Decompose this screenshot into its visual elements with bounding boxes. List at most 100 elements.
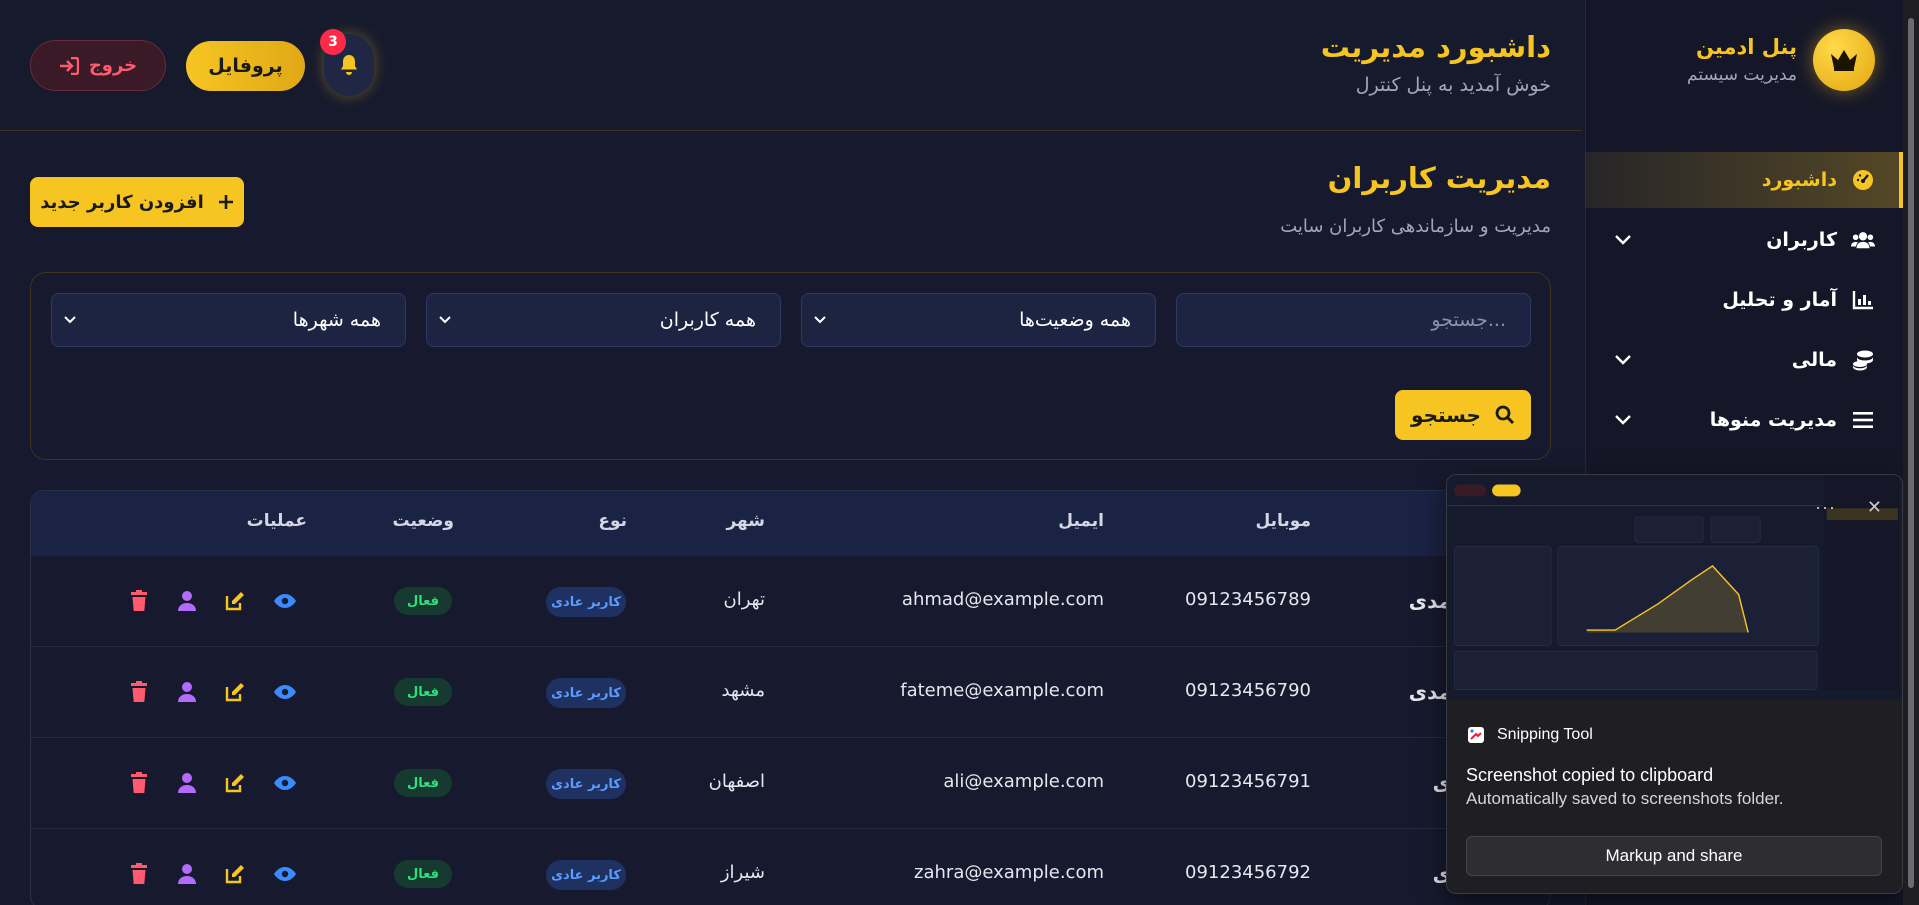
col-status: وضعیت <box>392 511 454 531</box>
scrollbar-thumb[interactable] <box>1908 18 1914 888</box>
delete-button[interactable] <box>126 770 152 796</box>
sidebar-item-finance[interactable]: مالی <box>1585 332 1903 388</box>
user-mobile: 09123456791 <box>1185 771 1311 792</box>
sidebar-menu: داشبورد کاربران آمار و تحلیل مالی مدیریت… <box>1585 152 1903 452</box>
status-badge: فعال <box>394 769 452 797</box>
table-header: موبایل ایمیل شهر نوع وضعیت عملیات <box>31 491 1550 556</box>
thumb-card <box>1710 516 1761 543</box>
brand-text: پنل ادمین مدیریت سیستم <box>1687 35 1797 85</box>
edit-button[interactable] <box>222 770 248 796</box>
profile-view-button[interactable] <box>174 679 200 705</box>
snip-header: Snipping Tool <box>1447 700 1902 770</box>
city-select-value: همه شهرها <box>292 309 381 331</box>
markup-and-share-button[interactable]: Markup and share <box>1466 836 1882 876</box>
user-mobile: 09123456792 <box>1185 862 1311 883</box>
status-select[interactable]: همه وضعیت‌ها <box>801 293 1156 347</box>
view-button[interactable] <box>272 861 298 887</box>
search-placeholder: جستجو... <box>1431 309 1506 331</box>
city-select[interactable]: همه شهرها <box>51 293 406 347</box>
sidebar-item-label: مالی <box>1791 349 1837 371</box>
edit-button[interactable] <box>222 679 248 705</box>
sidebar-item-analytics[interactable]: آمار و تحلیل <box>1585 272 1903 328</box>
close-icon[interactable]: ✕ <box>1867 497 1882 518</box>
add-user-button[interactable]: افزودن کاربر جدید <box>30 177 244 227</box>
chart-icon <box>1851 288 1875 312</box>
status-select-value: همه وضعیت‌ها <box>1019 309 1131 331</box>
sidebar-item-users[interactable]: کاربران <box>1585 212 1903 268</box>
trash-icon <box>131 590 147 611</box>
thumb-card <box>1634 516 1704 543</box>
chevron-down-icon <box>1611 228 1635 252</box>
view-button[interactable] <box>272 588 298 614</box>
snipping-tool-toast: Snipping Tool ··· ✕ Screenshot copied to… <box>1446 474 1903 894</box>
delete-button[interactable] <box>126 679 152 705</box>
eye-icon <box>274 685 296 699</box>
snip-app-name: Snipping Tool <box>1497 726 1593 743</box>
user-city: تهران <box>723 589 765 610</box>
thumb-chart <box>1557 546 1819 646</box>
chevron-down-icon <box>1611 348 1635 372</box>
trash-icon <box>131 863 147 884</box>
user-name: مدی <box>1408 680 1451 704</box>
user-email: ali@example.com <box>943 771 1104 792</box>
sidebar-item-menus[interactable]: مدیریت منوها <box>1585 392 1903 448</box>
user-city: مشهد <box>721 680 765 701</box>
menu-bars-icon <box>1851 408 1875 432</box>
view-button[interactable] <box>272 679 298 705</box>
sidebar-item-label: آمار و تحلیل <box>1722 289 1837 311</box>
profile-view-button[interactable] <box>174 588 200 614</box>
sidebar-item-label: مدیریت منوها <box>1709 409 1837 431</box>
section-title: مدیریت کاربران <box>1327 161 1551 195</box>
user-icon <box>178 864 196 884</box>
page-title: داشبورد مدیریت <box>1320 30 1551 64</box>
user-city: اصفهان <box>708 771 765 792</box>
window-scrollbar[interactable] <box>1903 0 1919 905</box>
user-type-select[interactable]: همه کاربران <box>426 293 781 347</box>
view-button[interactable] <box>272 770 298 796</box>
search-icon <box>1495 405 1514 425</box>
edit-button[interactable] <box>222 861 248 887</box>
snip-detail: Automatically saved to screenshots folde… <box>1466 789 1784 808</box>
status-badge: فعال <box>394 587 452 615</box>
crown-icon <box>1813 29 1875 91</box>
sidebar-item-dashboard[interactable]: داشبورد <box>1585 152 1903 208</box>
user-email: zahra@example.com <box>914 862 1104 883</box>
thumb-profile <box>1492 484 1521 497</box>
user-type-select-value: همه کاربران <box>659 309 756 331</box>
user-mobile: 09123456790 <box>1185 680 1311 701</box>
thumb-line <box>1586 565 1749 633</box>
edit-icon <box>225 683 244 702</box>
user-icon <box>178 591 196 611</box>
table-row: مدی 09123456789 ahmad@example.com تهران … <box>31 556 1550 647</box>
user-type-badge: کاربر عادی <box>546 769 626 799</box>
profile-button[interactable]: پروفایل <box>186 41 305 91</box>
logout-button[interactable]: خروج <box>30 40 166 91</box>
thumb-active-menu <box>1826 508 1899 521</box>
chevron-down-icon <box>1611 408 1635 432</box>
col-email: ایمیل <box>1058 511 1104 531</box>
snip-message: Screenshot copied to clipboard <box>1466 765 1714 785</box>
sidebar-item-label: داشبورد <box>1761 169 1837 191</box>
profile-view-button[interactable] <box>174 861 200 887</box>
chevron-down-icon <box>64 316 76 324</box>
plus-icon <box>218 195 233 209</box>
col-city: شهر <box>726 511 765 531</box>
user-name: مدی <box>1408 589 1451 613</box>
delete-button[interactable] <box>126 588 152 614</box>
col-type: نوع <box>598 511 627 531</box>
eye-icon <box>274 594 296 608</box>
admin-app: داشبورد مدیریت خوش آمدید به پنل کنترل خر… <box>0 0 1919 905</box>
thumb-activity <box>1454 546 1552 646</box>
top-header: داشبورد مدیریت خوش آمدید به پنل کنترل خر… <box>0 0 1582 131</box>
search-button[interactable]: جستجو <box>1395 390 1531 440</box>
user-mobile: 09123456789 <box>1185 589 1311 610</box>
delete-button[interactable] <box>126 861 152 887</box>
user-type-badge: کاربر عادی <box>546 678 626 708</box>
snipping-tool-icon <box>1468 727 1484 743</box>
more-options-button[interactable]: ··· <box>1815 497 1836 518</box>
trash-icon <box>131 681 147 702</box>
edit-button[interactable] <box>222 588 248 614</box>
profile-view-button[interactable] <box>174 770 200 796</box>
search-input[interactable]: جستجو... <box>1176 293 1531 347</box>
trash-icon <box>131 772 147 793</box>
